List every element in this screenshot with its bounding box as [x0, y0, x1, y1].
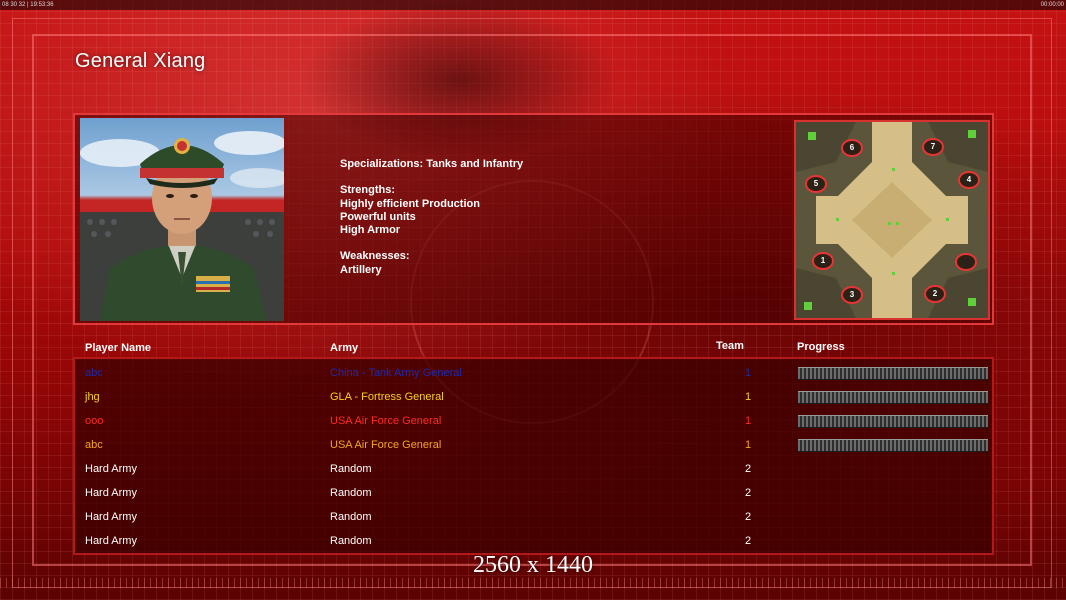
spawn-marker — [955, 253, 977, 271]
spawn-marker: 5 — [805, 175, 827, 193]
player-army: Random — [330, 487, 372, 499]
player-army: USA Air Force General — [330, 415, 442, 427]
player-army: Random — [330, 511, 372, 523]
progress-bar — [798, 415, 988, 428]
table-row: Hard Army Random 2 — [75, 457, 992, 481]
table-row: Hard Army Random 2 — [75, 529, 992, 553]
status-left-text: 08 30 32 | 19:53:36 — [2, 2, 54, 8]
loading-screen: 08 30 32 | 19:53:36 00:00:00 General Xia… — [0, 0, 1066, 600]
table-row: abc USA Air Force General 1 — [75, 433, 992, 457]
spawn-marker: 3 — [841, 286, 863, 304]
spawn-marker: 2 — [924, 285, 946, 303]
player-army: GLA - Fortress General — [330, 391, 444, 403]
status-bar: 08 30 32 | 19:53:36 00:00:00 — [0, 0, 1066, 10]
strength-item: High Armor — [340, 224, 401, 237]
progress-bar — [798, 391, 988, 404]
player-army: Random — [330, 463, 372, 475]
status-right-text: 00:00:00 — [1040, 2, 1064, 8]
player-team: 2 — [745, 487, 752, 499]
player-team: 2 — [745, 463, 752, 475]
strength-item: Highly efficient Production — [340, 197, 480, 210]
player-army: USA Air Force General — [330, 439, 442, 451]
table-row: Hard Army Random 2 — [75, 505, 992, 529]
player-army: China - Tank Army General — [330, 367, 462, 379]
strengths-heading: Strengths: — [340, 184, 395, 197]
player-team: 1 — [745, 391, 752, 403]
spawn-marker: 7 — [922, 138, 944, 156]
general-portrait — [80, 118, 284, 321]
table-row: ooo USA Air Force General 1 — [75, 409, 992, 433]
spawn-marker: 6 — [841, 139, 863, 157]
player-name: Hard Army — [85, 487, 137, 499]
player-name: jhg — [85, 391, 100, 403]
table-row: Hard Army Random 2 — [75, 481, 992, 505]
player-team: 1 — [745, 367, 752, 379]
minimap: 6 7 5 4 1 3 2 — [794, 120, 990, 320]
header-army: Army — [330, 342, 359, 354]
general-title: General Xiang — [75, 50, 206, 72]
player-team: 1 — [745, 415, 752, 427]
spawn-marker: 1 — [812, 252, 834, 270]
player-name: Hard Army — [85, 463, 137, 475]
table-row: jhg GLA - Fortress General 1 — [75, 385, 992, 409]
player-team: 2 — [745, 511, 752, 523]
player-name: ooo — [85, 415, 104, 427]
player-team: 2 — [745, 535, 752, 547]
player-team: 1 — [745, 439, 752, 451]
progress-bar — [798, 367, 988, 380]
specializations-text: Specializations: Tanks and Infantry — [340, 158, 524, 170]
resolution-label: 2560 x 1440 — [473, 552, 593, 578]
player-name: Hard Army — [85, 535, 137, 547]
header-player-name: Player Name — [85, 342, 152, 354]
player-name: abc — [85, 439, 103, 451]
table-row: abc China - Tank Army General 1 — [75, 361, 992, 385]
progress-fill — [798, 416, 988, 427]
strength-item: Powerful units — [340, 210, 416, 223]
player-army: Random — [330, 535, 372, 547]
weakness-item: Artillery — [340, 263, 382, 276]
spawn-marker: 4 — [958, 171, 980, 189]
player-name: Hard Army — [85, 511, 137, 523]
progress-fill — [798, 392, 988, 403]
weaknesses-heading: Weaknesses: — [340, 250, 410, 263]
header-progress: Progress — [797, 341, 845, 353]
progress-fill — [798, 368, 988, 379]
progress-bar — [798, 439, 988, 452]
header-team: Team — [716, 340, 744, 352]
general-description: Specializations: Tanks and Infantry Stre… — [340, 158, 523, 277]
player-name: abc — [85, 367, 103, 379]
progress-fill — [798, 440, 988, 451]
bottom-strip-decoration — [0, 578, 1066, 588]
